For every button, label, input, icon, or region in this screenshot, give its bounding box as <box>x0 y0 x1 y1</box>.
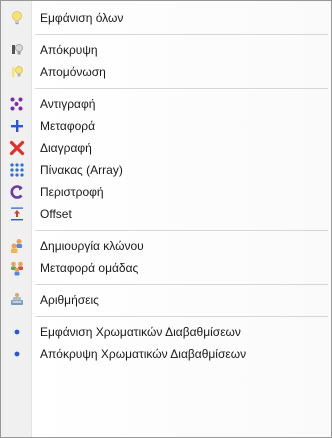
bulb-icon <box>3 7 31 29</box>
menu-item-label: Εμφάνιση Χρωματικών Διαβαθμίσεων <box>40 325 241 339</box>
menu-item-offset[interactable]: Offset <box>3 203 329 225</box>
menu-separator <box>35 34 328 35</box>
menu-item-label: Απόκρυψη Χρωματικών Διαβαθμίσεων <box>40 347 247 361</box>
menu-item-label: Δημιουργία κλώνου <box>40 239 144 253</box>
menu-separator <box>35 88 328 89</box>
numbering-icon <box>3 289 31 311</box>
menu-item-clone[interactable]: Δημιουργία κλώνου <box>3 235 329 257</box>
menu-item-hide[interactable]: Απόκρυψη <box>3 39 329 61</box>
array-grid-icon <box>3 159 31 181</box>
context-menu: Εμφάνιση όλων Απόκρυψη Απομόνωση Αντιγρα… <box>0 0 332 438</box>
rotate-icon <box>3 181 31 203</box>
menu-item-isolate[interactable]: Απομόνωση <box>3 61 329 83</box>
menu-item-group-move[interactable]: Μεταφορά ομάδας <box>3 257 329 279</box>
hide-bulb-icon <box>3 39 31 61</box>
menu-item-label: Εμφάνιση όλων <box>40 11 124 25</box>
menu-separator <box>35 284 328 285</box>
menu-item-label: Απόκρυψη <box>40 43 98 57</box>
copy-dots-icon <box>3 93 31 115</box>
bullet-icon <box>3 321 31 343</box>
menu-item-label: Μεταφορά ομάδας <box>40 261 139 275</box>
clone-icon <box>3 235 31 257</box>
menu-item-show-gradients[interactable]: Εμφάνιση Χρωματικών Διαβαθμίσεων <box>3 321 329 343</box>
menu-item-label: Offset <box>40 207 72 221</box>
menu-item-copy[interactable]: Αντιγραφή <box>3 93 329 115</box>
menu-item-hide-gradients[interactable]: Απόκρυψη Χρωματικών Διαβαθμίσεων <box>3 343 329 365</box>
menu-item-numbering[interactable]: Αριθμήσεις <box>3 289 329 311</box>
isolate-bulb-icon <box>3 61 31 83</box>
menu-item-show-all[interactable]: Εμφάνιση όλων <box>3 7 329 29</box>
delete-x-icon <box>3 137 31 159</box>
move-cross-icon <box>3 115 31 137</box>
menu-item-label: Διαγραφή <box>40 141 92 155</box>
menu-item-label: Αριθμήσεις <box>40 293 99 307</box>
menu-item-label: Απομόνωση <box>40 65 106 79</box>
offset-icon <box>3 203 31 225</box>
menu-item-move[interactable]: Μεταφορά <box>3 115 329 137</box>
menu-item-label: Περιστροφή <box>40 185 104 199</box>
menu-item-label: Αντιγραφή <box>40 97 96 111</box>
menu-item-array[interactable]: Πίνακας (Array) <box>3 159 329 181</box>
bullet-icon <box>3 343 31 365</box>
menu-item-rotate[interactable]: Περιστροφή <box>3 181 329 203</box>
group-move-icon <box>3 257 31 279</box>
menu-item-label: Πίνακας (Array) <box>40 163 123 177</box>
menu-item-label: Μεταφορά <box>40 119 96 133</box>
menu-item-delete[interactable]: Διαγραφή <box>3 137 329 159</box>
menu-separator <box>35 316 328 317</box>
menu-separator <box>35 230 328 231</box>
